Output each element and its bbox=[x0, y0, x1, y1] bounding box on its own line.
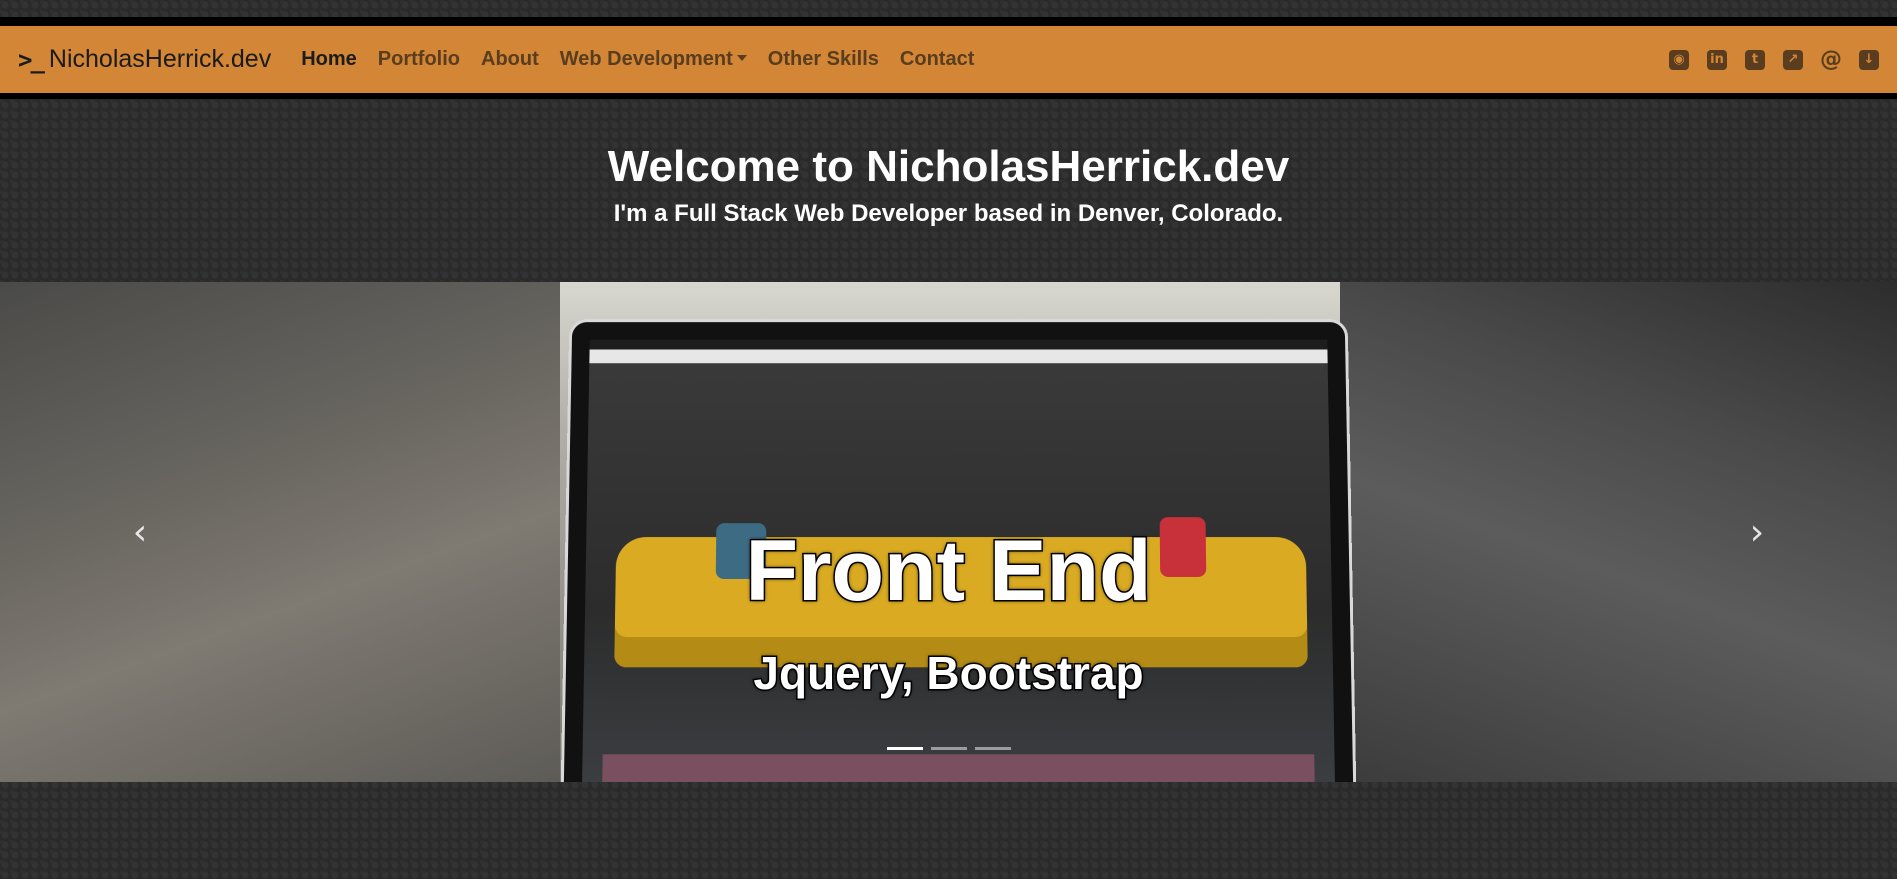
nav-web-development-label: Web Development bbox=[559, 48, 733, 70]
nav-web-development-dropdown[interactable]: Web Development bbox=[560, 48, 747, 71]
chevron-right-icon: › bbox=[1749, 511, 1765, 553]
top-strip bbox=[0, 0, 1897, 22]
nav-contact-link[interactable]: Contact bbox=[900, 48, 974, 71]
nav-about-link[interactable]: About bbox=[481, 48, 539, 71]
external-link-icon[interactable]: ↗ bbox=[1783, 49, 1803, 70]
image-carousel: Front End Jquery, Bootstrap ‹ › bbox=[0, 282, 1897, 782]
laptop-menubar bbox=[589, 339, 1328, 350]
laptop-urlbar bbox=[589, 349, 1328, 364]
github-icon[interactable]: ◉ bbox=[1669, 49, 1689, 70]
terminal-prompt-icon: >_ bbox=[18, 45, 45, 74]
carousel-indicator[interactable] bbox=[974, 747, 1011, 750]
download-icon[interactable]: ↓ bbox=[1859, 49, 1879, 70]
carousel-indicators bbox=[0, 747, 1897, 750]
hero-subtitle: I'm a Full Stack Web Developer based in … bbox=[613, 200, 1284, 227]
carousel-prev-button[interactable]: ‹ bbox=[0, 282, 280, 782]
navbar: >_ NicholasHerrick.dev Home Portfolio Ab… bbox=[0, 22, 1897, 99]
carousel-next-button[interactable]: › bbox=[1617, 282, 1897, 782]
nav-home-link[interactable]: Home bbox=[301, 48, 357, 71]
nav-portfolio-link[interactable]: Portfolio bbox=[378, 48, 460, 71]
hero: Welcome to NicholasHerrick.dev I'm a Ful… bbox=[0, 142, 1897, 228]
caret-down-icon bbox=[736, 54, 747, 61]
brand-name: NicholasHerrick.dev bbox=[48, 45, 272, 73]
nav-other-skills-link[interactable]: Other Skills bbox=[768, 48, 879, 71]
carousel-indicator[interactable] bbox=[886, 747, 923, 750]
hero-title: Welcome to NicholasHerrick.dev bbox=[607, 142, 1290, 191]
social-icons: ◉ in t ↗ @ ↓ bbox=[1669, 47, 1879, 72]
slide-title: Front End bbox=[744, 522, 1153, 621]
nav-links: Home Portfolio About Web Development Oth… bbox=[301, 48, 995, 71]
carousel-indicator[interactable] bbox=[930, 747, 967, 750]
twitter-icon[interactable]: t bbox=[1745, 49, 1765, 70]
chevron-left-icon: ‹ bbox=[132, 511, 148, 553]
email-icon[interactable]: @ bbox=[1820, 47, 1842, 72]
brand-logo[interactable]: >_ NicholasHerrick.dev bbox=[18, 45, 271, 74]
rug bbox=[602, 754, 1315, 782]
linkedin-icon[interactable]: in bbox=[1707, 49, 1727, 70]
slide-subtitle: Jquery, Bootstrap bbox=[752, 646, 1145, 701]
